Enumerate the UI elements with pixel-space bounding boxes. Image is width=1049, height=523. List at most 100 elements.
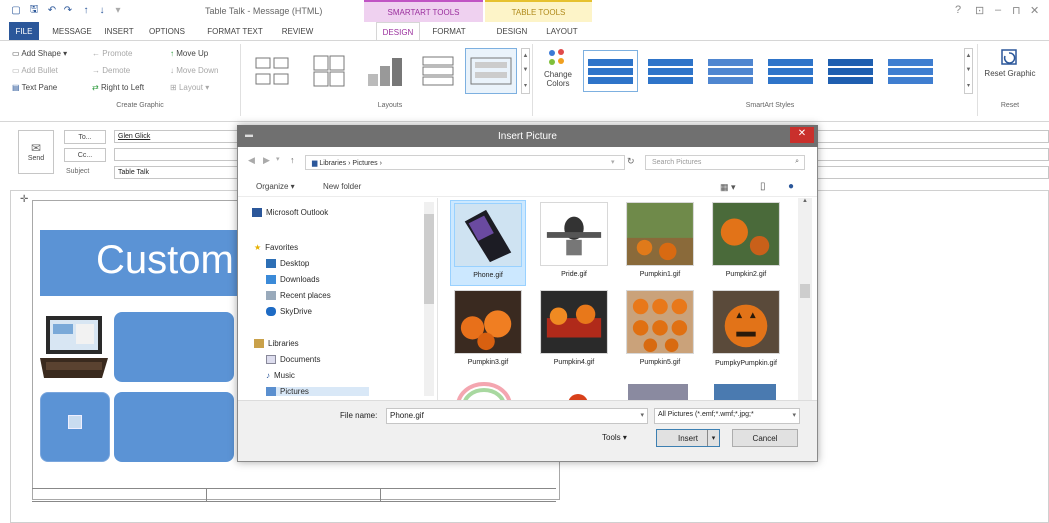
tab-format-text[interactable]: FORMAT TEXT xyxy=(200,22,270,40)
file-name-input[interactable]: Phone.gif ▾ xyxy=(386,408,648,424)
layout-button[interactable]: ⊞ Layout ▾ xyxy=(170,83,209,92)
files-scrollbar[interactable]: ▲ xyxy=(798,198,812,400)
nav-microsoft-outlook[interactable]: Microsoft Outlook xyxy=(252,208,328,217)
layout-thumb-5-selected[interactable] xyxy=(465,48,517,94)
tools-dropdown[interactable]: Tools ▾ xyxy=(602,433,627,442)
undo-icon[interactable]: ↶ xyxy=(46,4,58,16)
tab-insert[interactable]: INSERT xyxy=(99,22,139,40)
tab-table-design[interactable]: DESIGN xyxy=(490,22,534,40)
layouts-scroll[interactable]: ▲ ▼ ▾ xyxy=(521,48,530,94)
layout-thumb-3[interactable] xyxy=(362,48,408,94)
add-bullet-button[interactable]: ▭ Add Bullet xyxy=(12,66,58,75)
organize-button[interactable]: Organize ▾ xyxy=(256,182,295,191)
file-item-partial-rainbow[interactable] xyxy=(450,376,518,400)
scroll-up-icon[interactable]: ▲ xyxy=(798,198,812,204)
files-scroll-thumb[interactable] xyxy=(800,284,810,298)
change-colors-button[interactable]: Change Colors xyxy=(539,48,577,98)
nav-skydrive[interactable]: SkyDrive xyxy=(266,307,312,316)
layout-thumb-4[interactable] xyxy=(415,48,461,94)
reset-graphic-button[interactable]: Reset Graphic xyxy=(984,47,1036,97)
tab-smartart-design[interactable]: DESIGN xyxy=(376,22,420,41)
smartart-style-3[interactable] xyxy=(703,50,758,92)
promote-button[interactable]: ← Promote xyxy=(92,49,132,58)
file-item-pumpkypumpkin[interactable]: PumpkyPumpkin.gif xyxy=(708,288,784,374)
right-to-left-button[interactable]: ⇄ Right to Left xyxy=(92,83,144,92)
styles-scroll[interactable]: ▲ ▼ ▾ xyxy=(964,48,973,94)
forward-arrow-icon[interactable]: ▶ xyxy=(263,155,270,166)
smartart-shape-right-1[interactable] xyxy=(114,312,234,382)
file-item-phone[interactable]: Phone.gif xyxy=(450,200,526,286)
to-button[interactable]: To... xyxy=(64,130,106,144)
dialog-close-button[interactable]: ✕ xyxy=(790,127,814,143)
file-item-pumpkin1[interactable]: Pumpkin1.gif xyxy=(622,200,698,286)
nav-scrollbar[interactable] xyxy=(424,202,434,396)
demote-button[interactable]: → Demote xyxy=(92,66,130,75)
tab-message[interactable]: MESSAGE xyxy=(47,22,97,40)
tab-review[interactable]: REVIEW xyxy=(275,22,320,40)
file-item-pumpkin3[interactable]: Pumpkin3.gif xyxy=(450,288,526,374)
smartart-shape-right-2[interactable] xyxy=(114,392,234,462)
smartart-style-5[interactable] xyxy=(823,50,878,92)
tab-smartart-format[interactable]: FORMAT xyxy=(427,22,471,40)
preview-pane-icon[interactable]: ▯ xyxy=(760,181,766,192)
address-dropdown-icon[interactable]: ▾ xyxy=(611,158,615,166)
nav-pictures[interactable]: Pictures xyxy=(266,387,369,396)
move-down-button[interactable]: ↓ Move Down xyxy=(170,66,218,75)
insert-split-chevron-icon[interactable]: ▾ xyxy=(707,430,719,446)
down-arrow-icon[interactable]: ↓ xyxy=(96,4,108,16)
close-icon[interactable]: ✕ xyxy=(1030,4,1039,17)
cancel-button[interactable]: Cancel xyxy=(732,429,798,447)
tab-table-layout[interactable]: LAYOUT xyxy=(540,22,584,40)
table-row-bottom[interactable] xyxy=(32,488,556,502)
layout-thumb-1[interactable] xyxy=(250,48,296,94)
redo-icon[interactable]: ↷ xyxy=(62,4,74,16)
file-item-partial-4[interactable] xyxy=(714,384,776,400)
smartart-style-1[interactable] xyxy=(583,50,638,92)
table-move-handle-icon[interactable]: ✛ xyxy=(20,194,28,205)
picture-placeholder-icon[interactable] xyxy=(68,415,82,429)
smartart-style-2[interactable] xyxy=(643,50,698,92)
help-icon[interactable]: ● xyxy=(788,181,794,192)
add-shape-button[interactable]: ▭ Add Shape ▾ xyxy=(12,49,67,58)
move-up-button[interactable]: ↑ Move Up xyxy=(170,49,208,58)
nav-libraries[interactable]: Libraries xyxy=(254,339,299,348)
search-input[interactable]: Search Pictures ⌕ xyxy=(645,155,805,170)
minimize-icon[interactable]: – xyxy=(995,4,1001,16)
nav-documents[interactable]: Documents xyxy=(266,355,320,364)
nav-scroll-thumb[interactable] xyxy=(424,214,434,304)
layout-thumb-2[interactable] xyxy=(306,48,352,94)
smartart-style-4[interactable] xyxy=(763,50,818,92)
save-icon[interactable]: 🖫 xyxy=(28,4,40,16)
smartart-style-6[interactable] xyxy=(883,50,938,92)
smartart-picture-placeholder[interactable] xyxy=(40,392,110,462)
nav-recent-places[interactable]: Recent places xyxy=(266,291,331,300)
file-item-partial-3[interactable] xyxy=(628,384,688,400)
view-options-icon[interactable]: ▦ ▾ xyxy=(720,182,736,193)
text-pane-button[interactable]: ▤ Text Pane xyxy=(12,83,57,92)
file-item-pumpkin2[interactable]: Pumpkin2.gif xyxy=(708,200,784,286)
address-bar[interactable]: ▆ Libraries › Pictures › xyxy=(305,155,625,170)
nav-music[interactable]: ♪ Music xyxy=(266,371,295,380)
tab-file[interactable]: FILE xyxy=(9,22,39,40)
insert-button[interactable]: Insert ▾ xyxy=(656,429,720,447)
help-icon[interactable]: ? xyxy=(955,4,961,16)
up-folder-icon[interactable]: ↑ xyxy=(290,155,295,165)
nav-downloads[interactable]: Downloads xyxy=(266,275,320,284)
ribbon-display-icon[interactable]: ⊡ xyxy=(975,4,984,17)
smartart-laptop-picture[interactable] xyxy=(40,312,110,384)
tab-options[interactable]: OPTIONS xyxy=(142,22,192,40)
file-item-pumpkin4[interactable]: Pumpkin4.gif xyxy=(536,288,612,374)
new-folder-button[interactable]: New folder xyxy=(323,182,361,191)
recent-dropdown-icon[interactable]: ▾ xyxy=(276,155,280,163)
nav-desktop[interactable]: Desktop xyxy=(266,259,309,268)
file-type-filter[interactable]: All Pictures (*.emf;*.wmf;*.jpg;* ▾ xyxy=(654,408,800,424)
cc-button[interactable]: Cc... xyxy=(64,148,106,162)
back-arrow-icon[interactable]: ◀ xyxy=(248,155,255,166)
file-item-pumpkin5[interactable]: Pumpkin5.gif xyxy=(622,288,698,374)
send-button[interactable]: ✉ Send xyxy=(18,130,54,174)
file-item-pride[interactable]: Pride.gif xyxy=(536,200,612,286)
maximize-icon[interactable]: ⊓ xyxy=(1012,4,1021,17)
up-arrow-icon[interactable]: ↑ xyxy=(80,4,92,16)
nav-favorites[interactable]: ★ Favorites xyxy=(254,243,298,252)
customize-qat-icon[interactable]: ▾ xyxy=(112,4,124,16)
